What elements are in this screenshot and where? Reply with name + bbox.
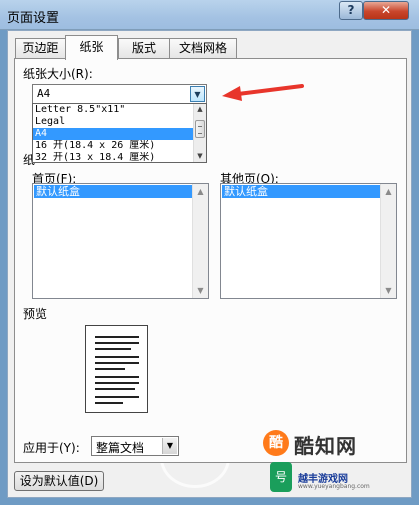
paper-size-option[interactable]: Legal <box>33 116 193 128</box>
watermark-logo-icon: 酷 <box>263 430 289 456</box>
paper-size-value: A4 <box>37 87 51 100</box>
scroll-up-icon[interactable]: ▲ <box>193 184 208 199</box>
preview-line <box>95 348 131 350</box>
preview-line <box>95 376 139 378</box>
preview-line <box>95 396 139 398</box>
preview-line <box>95 402 123 404</box>
apply-to-label: 应用于(Y): <box>23 441 80 455</box>
apply-to-select[interactable]: 整篇文档 ▼ <box>91 436 179 456</box>
preview-label: 预览 <box>23 307 48 321</box>
tab-layout[interactable]: 版式 <box>118 38 170 59</box>
paper-size-option[interactable]: 32 开(13 x 18.4 厘米) <box>33 152 193 162</box>
other-pages-tray-list[interactable]: 默认纸盒 ▲ ▼ <box>220 183 397 299</box>
preview-line <box>95 362 139 364</box>
scroll-up-icon[interactable]: ▲ <box>194 104 206 115</box>
dropdown-scrollbar[interactable]: ▲ ▼ <box>193 104 206 162</box>
first-page-tray-list[interactable]: 默认纸盒 ▲ ▼ <box>32 183 209 299</box>
help-button[interactable]: ? <box>339 1 363 20</box>
tab-margins[interactable]: 页边距 <box>15 38 66 59</box>
chevron-down-icon[interactable]: ▼ <box>190 86 205 102</box>
set-default-button[interactable]: 设为默认值(D) <box>14 471 104 491</box>
preview-page <box>85 325 148 413</box>
preview-line <box>95 368 125 370</box>
paper-size-option[interactable]: Letter 8.5"x11" <box>33 104 193 116</box>
paper-size-select[interactable]: A4 ▼ <box>32 84 207 104</box>
close-button[interactable]: ✕ <box>363 1 409 20</box>
window-title: 页面设置 <box>7 11 60 26</box>
paper-size-label: 纸张大小(R): <box>23 67 93 81</box>
preview-line <box>95 388 135 390</box>
watermark-badge-icon: 号 <box>270 462 292 492</box>
tab-document-grid[interactable]: 文档网格 <box>169 38 237 59</box>
list-item[interactable]: 默认纸盒 <box>222 185 382 198</box>
list-scrollbar[interactable]: ▲ ▼ <box>380 184 396 298</box>
chevron-down-icon[interactable]: ▼ <box>162 438 177 454</box>
list-item[interactable]: 默认纸盒 <box>34 185 194 198</box>
apply-to-value: 整篇文档 <box>96 441 145 455</box>
paper-size-option-selected[interactable]: A4 <box>33 128 193 140</box>
preview-line <box>95 342 139 344</box>
scrollbar-thumb[interactable] <box>195 120 205 138</box>
tab-paper[interactable]: 纸张 <box>65 35 118 60</box>
title-bar: 页面设置 ? ✕ <box>0 0 419 30</box>
preview-line <box>95 336 139 338</box>
dialog-body: 页边距 纸张 版式 文档网格 纸张大小(R): A4 ▼ Letter 8.5"… <box>7 30 412 498</box>
preview-line <box>95 382 139 384</box>
watermark-title: 酷知网 <box>294 434 357 458</box>
scroll-down-icon[interactable]: ▼ <box>193 283 208 298</box>
paper-tab-panel: 纸张大小(R): A4 ▼ Letter 8.5"x11" Legal A4 1… <box>14 58 407 463</box>
scroll-down-icon[interactable]: ▼ <box>194 151 206 162</box>
paper-size-option[interactable]: 16 开(18.4 x 26 厘米) <box>33 140 193 152</box>
scroll-up-icon[interactable]: ▲ <box>381 184 396 199</box>
list-scrollbar[interactable]: ▲ ▼ <box>192 184 208 298</box>
paper-size-dropdown-list: Letter 8.5"x11" Legal A4 16 开(18.4 x 26 … <box>32 103 207 163</box>
watermark-url: www.yueyangbang.com <box>298 483 370 490</box>
scroll-down-icon[interactable]: ▼ <box>381 283 396 298</box>
preview-line <box>95 356 139 358</box>
